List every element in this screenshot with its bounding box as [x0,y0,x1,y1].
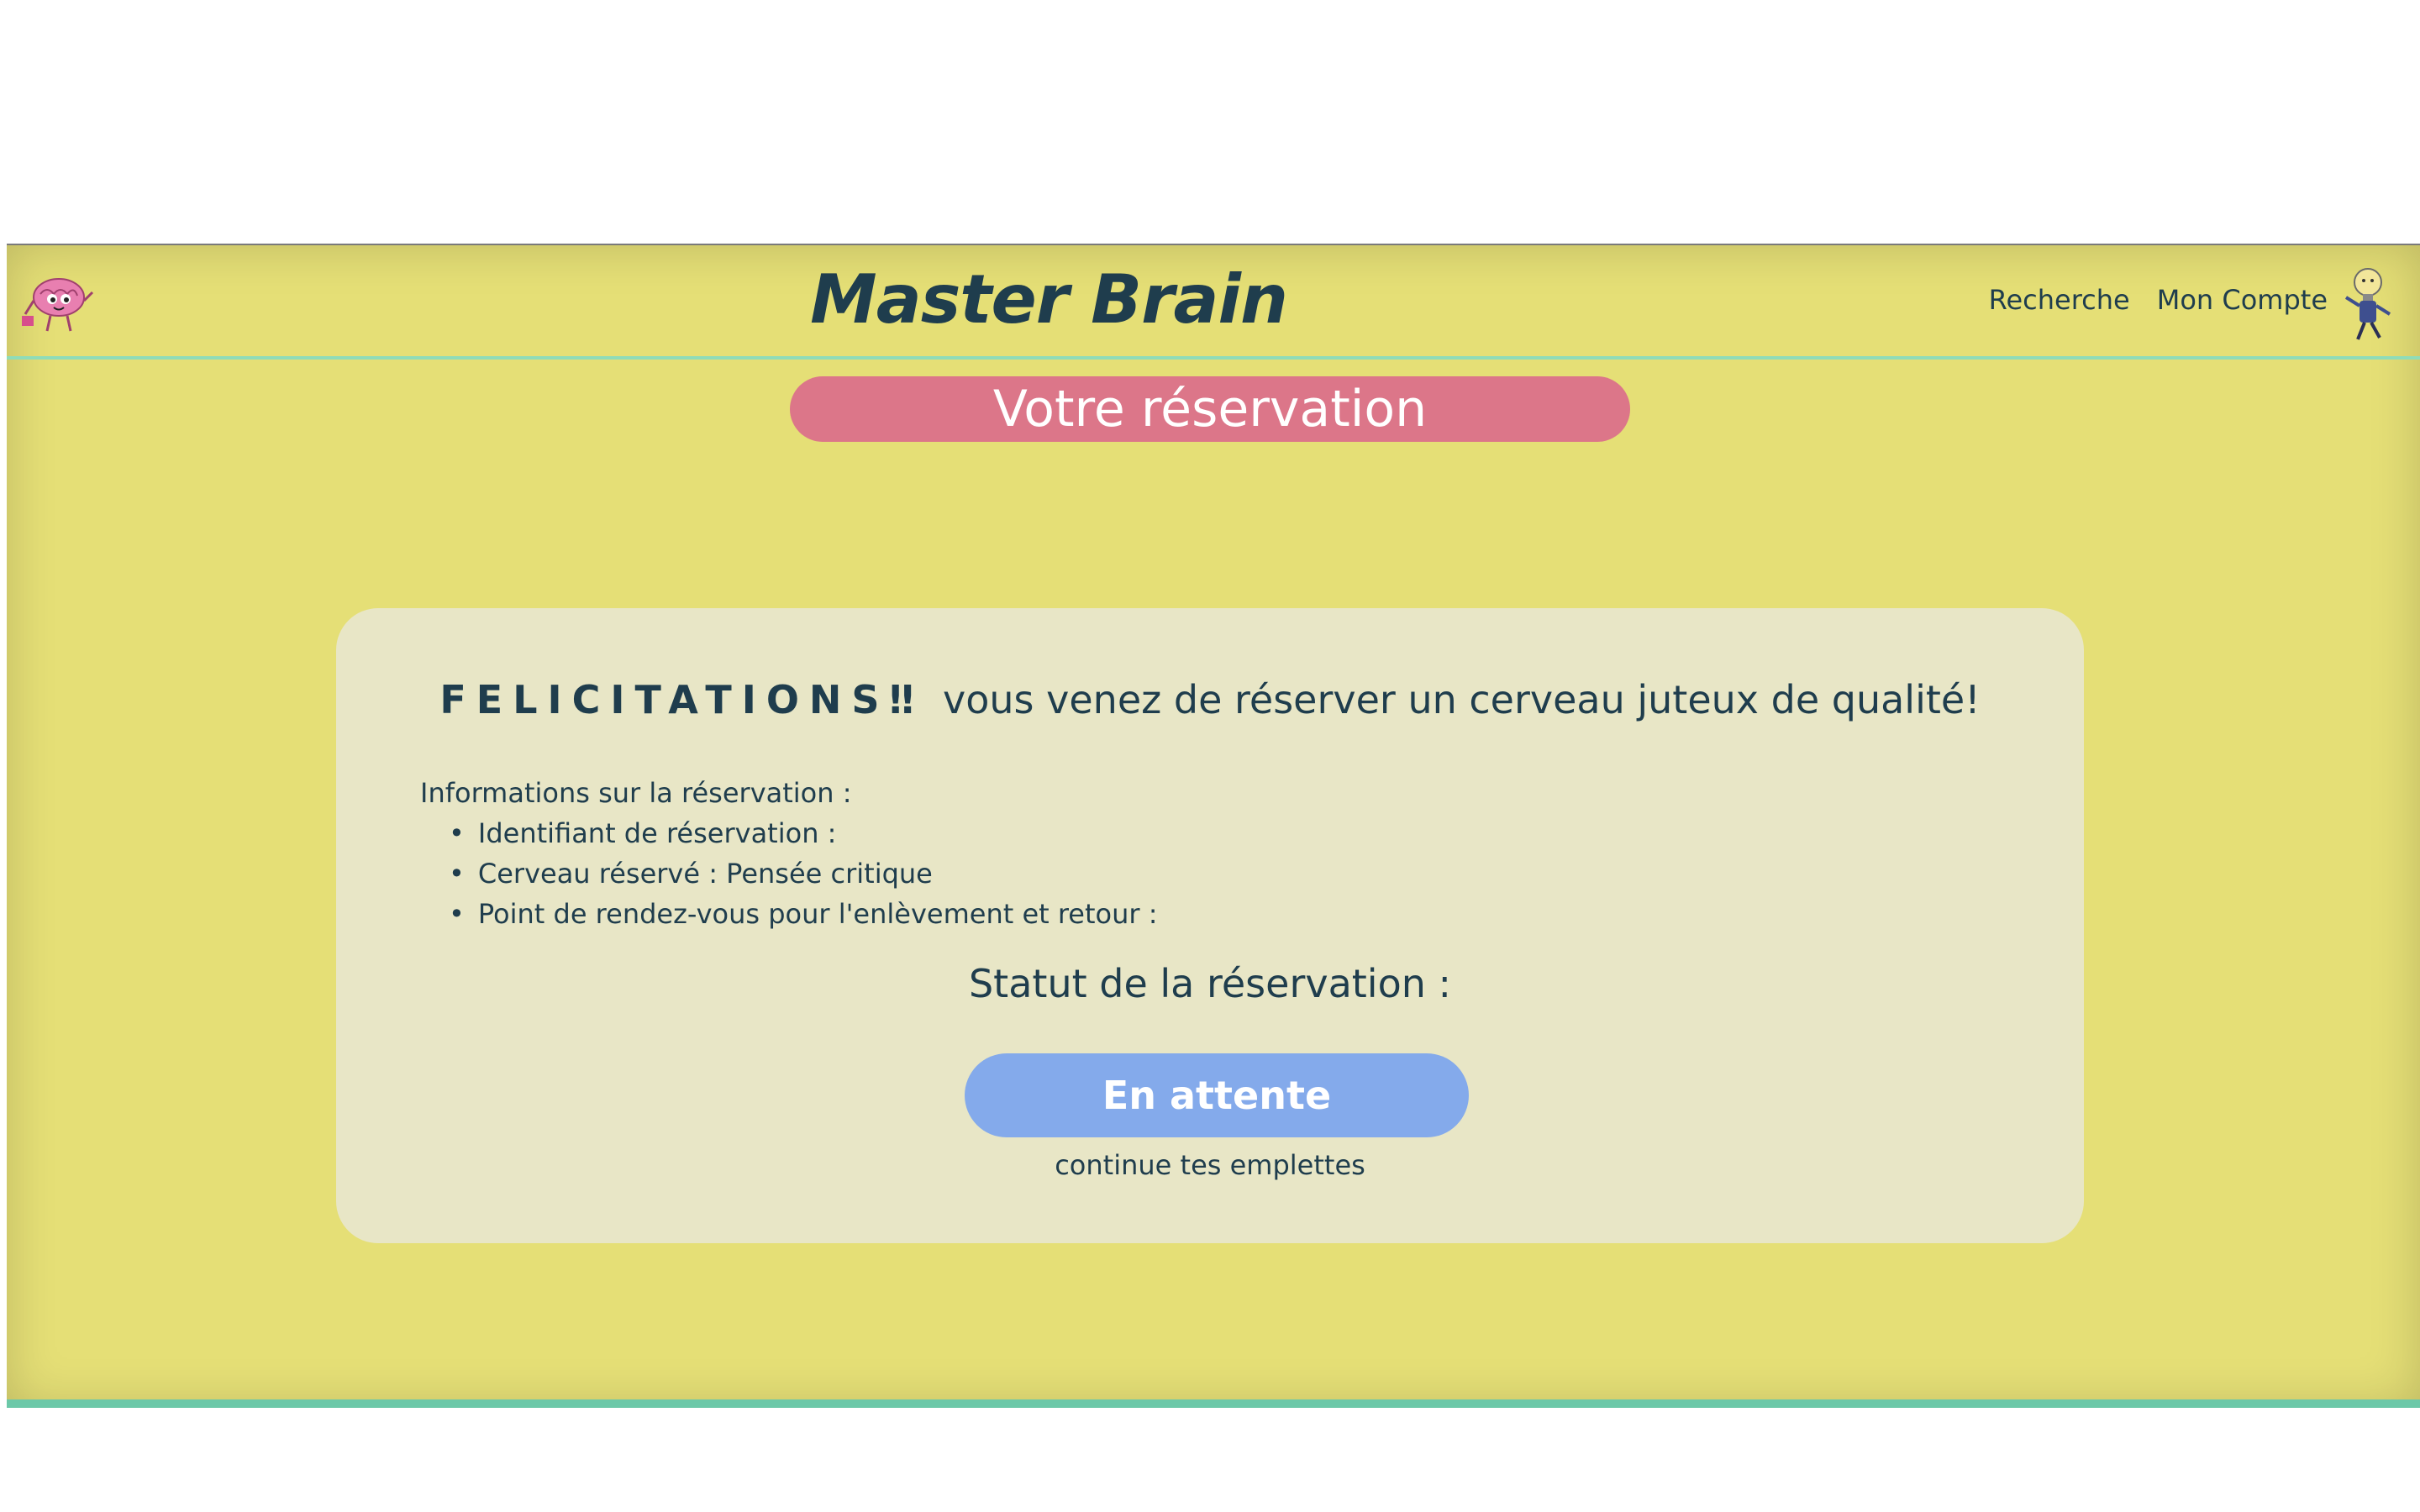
page-container: Master Brain Recherche Mon Compte Votre … [7,244,2420,1408]
list-item: Identifiant de réservation : [449,813,1158,853]
page-title: Votre réservation [790,376,1630,442]
site-title[interactable]: Master Brain [7,260,2091,339]
main-nav: Recherche Mon Compte [1989,284,2328,316]
list-item: Cerveau réservé : Pensée critique [449,853,1158,894]
info-list: Identifiant de réservation : Cerveau rés… [420,813,1158,934]
info-heading: Informations sur la réservation : [420,777,852,809]
confirmation-card: FELICITATIONS‼ vous venez de réserver un… [336,608,2084,1243]
reservation-info: Informations sur la réservation : Identi… [420,773,1158,934]
status-button[interactable]: En attente [965,1053,1469,1137]
status-heading: Statut de la réservation : [968,961,1451,1006]
nav-mon-compte[interactable]: Mon Compte [2157,284,2328,316]
bottom-divider [7,1399,2420,1408]
confirmation-message: vous venez de réserver un cerveau juteux… [943,677,1981,722]
nav-recherche[interactable]: Recherche [1989,284,2130,316]
felicitations-text: FELICITATIONS‼ [439,677,924,722]
confirmation-headline: FELICITATIONS‼ vous venez de réserver un… [336,677,2084,722]
site-header: Master Brain Recherche Mon Compte [7,245,2420,360]
list-item: Point de rendez-vous pour l'enlèvement e… [449,894,1158,934]
continue-shopping-link[interactable]: continue tes emplettes [336,1149,2084,1181]
lightbulb-character-icon[interactable] [2341,264,2395,341]
